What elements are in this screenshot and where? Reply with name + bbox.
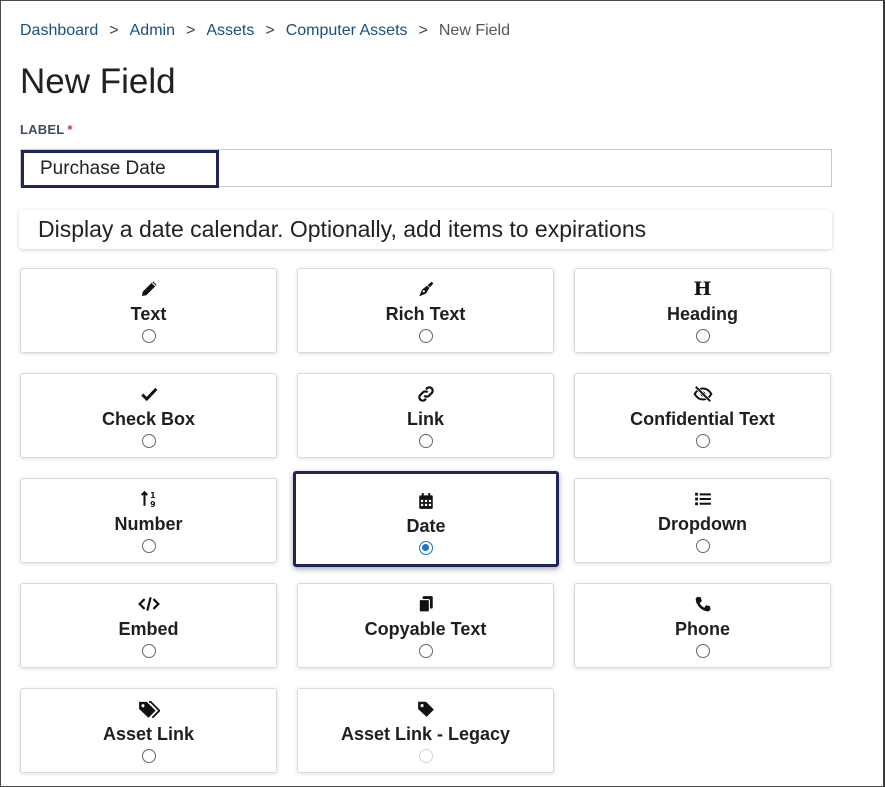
field-type-card-confidential-text[interactable]: Confidential Text	[574, 373, 831, 458]
pencil-icon	[21, 280, 276, 298]
field-type-card-embed[interactable]: Embed	[20, 583, 277, 668]
field-type-name: Date	[406, 516, 446, 536]
field-type-radio[interactable]	[418, 644, 433, 658]
svg-text:1: 1	[150, 491, 155, 500]
field-type-radio[interactable]	[141, 749, 156, 763]
field-type-radio[interactable]	[141, 644, 156, 658]
field-type-name: Rich Text	[385, 304, 466, 324]
field-type-name: Dropdown	[658, 514, 747, 534]
field-type-name: Copyable Text	[364, 619, 487, 639]
field-type-card-rich-text[interactable]: Rich Text	[297, 268, 554, 353]
field-type-radio[interactable]	[695, 539, 710, 553]
field-type-name: Asset Link	[102, 724, 195, 744]
calendar-icon	[296, 492, 556, 510]
field-type-card-asset-link-legacy[interactable]: Asset Link - Legacy	[297, 688, 554, 773]
field-type-card-text[interactable]: Text	[20, 268, 277, 353]
field-type-name: Embed	[118, 619, 179, 639]
field-type-radio[interactable]	[141, 434, 156, 448]
breadcrumb: Dashboard > Admin > Assets > Computer As…	[20, 22, 510, 40]
field-type-card-phone[interactable]: Phone	[574, 583, 831, 668]
field-type-radio[interactable]	[141, 329, 156, 343]
tag-icon	[298, 700, 553, 718]
field-type-name: Link	[406, 409, 444, 429]
field-type-card-number[interactable]: 1 9 Number	[20, 478, 277, 563]
field-type-card-asset-link[interactable]: Asset Link	[20, 688, 277, 773]
field-type-card-dropdown[interactable]: Dropdown	[574, 478, 831, 563]
breadcrumb-separator: >	[185, 22, 196, 39]
tags-icon	[21, 700, 276, 718]
breadcrumb-separator: >	[418, 22, 428, 39]
breadcrumb-assets[interactable]: Assets	[206, 22, 254, 40]
label-field-label: LABEL *	[20, 122, 73, 137]
breadcrumb-current: New Field	[438, 22, 510, 39]
label-text: LABEL	[20, 122, 65, 137]
field-type-radio[interactable]	[418, 329, 433, 343]
copy-icon	[298, 595, 553, 613]
field-type-radio	[418, 749, 433, 763]
list-icon	[575, 490, 830, 508]
breadcrumb-separator: >	[265, 22, 275, 39]
pen-nib-icon	[298, 280, 553, 298]
field-type-name: Check Box	[101, 409, 196, 429]
breadcrumb-dashboard[interactable]: Dashboard	[20, 22, 98, 40]
sort-numeric-icon: 19	[21, 490, 276, 508]
field-type-card-copyable-text[interactable]: Copyable Text	[297, 583, 554, 668]
field-type-name: Number	[114, 514, 183, 534]
page-title: New Field	[20, 62, 176, 101]
eye-slash-icon	[575, 385, 830, 403]
field-type-card-link[interactable]: Link	[297, 373, 554, 458]
field-type-radio[interactable]	[141, 539, 156, 553]
breadcrumb-admin[interactable]: Admin	[130, 22, 175, 40]
field-type-name: Phone	[674, 619, 730, 639]
phone-icon	[575, 595, 830, 613]
field-type-card-heading[interactable]: H Heading	[574, 268, 831, 353]
field-type-radio[interactable]	[695, 329, 710, 343]
field-type-name: Asset Link - Legacy	[340, 724, 511, 744]
heading-icon: H	[693, 278, 712, 300]
link-icon	[298, 385, 553, 403]
field-type-card-check-box[interactable]: Check Box	[20, 373, 277, 458]
field-type-radio[interactable]	[419, 541, 433, 555]
field-type-name: Confidential Text	[630, 409, 775, 429]
svg-text:9: 9	[150, 500, 155, 508]
field-type-radio[interactable]	[418, 434, 433, 448]
label-input-highlight	[21, 150, 219, 188]
field-type-radio[interactable]	[695, 644, 710, 658]
code-icon	[21, 595, 276, 613]
field-type-radio[interactable]	[695, 434, 710, 448]
breadcrumb-separator: >	[109, 22, 119, 39]
field-type-description: Display a date calendar. Optionally, add…	[19, 210, 832, 249]
check-icon	[21, 385, 276, 403]
field-type-name: Heading	[666, 304, 738, 324]
field-type-name: Text	[130, 304, 167, 324]
required-marker: *	[67, 122, 73, 137]
field-type-card-date[interactable]: Date	[293, 471, 559, 567]
breadcrumb-computer-assets[interactable]: Computer Assets	[286, 22, 408, 40]
